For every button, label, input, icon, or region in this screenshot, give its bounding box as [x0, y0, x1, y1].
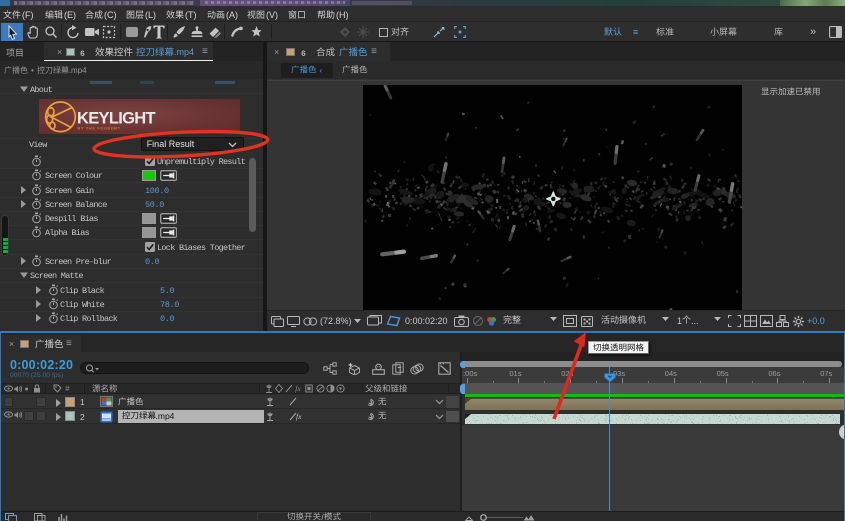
- svg-text:KEYLIGHT: KEYLIGHT: [77, 109, 155, 127]
- svg-text:BY THE FOUNDRY: BY THE FOUNDRY: [78, 126, 121, 130]
